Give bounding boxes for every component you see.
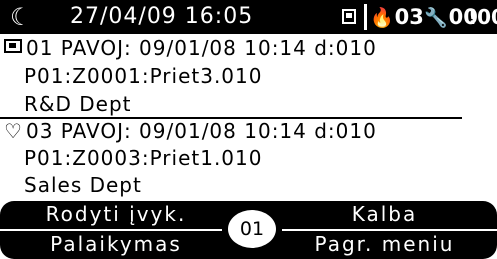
support-button[interactable]: Palaikymas — [0, 231, 232, 259]
fire-count: 🔥03 — [370, 4, 424, 31]
language-button[interactable]: Kalba — [272, 201, 497, 229]
fire-icon: 🔥 — [370, 7, 394, 29]
event-header-text: 01 PAVOJ: 09/01/08 10:14 d:010 — [26, 36, 377, 60]
alert-icon: ! — [468, 5, 478, 29]
event-zone: P01:Z0001:Priet3.010 — [24, 64, 263, 88]
alert-count-value: 00 — [477, 5, 497, 29]
status-separator — [364, 4, 367, 30]
status-bar: ☾ 27/04/09 16:05 🔥03 🔧 00 !00 — [0, 0, 497, 34]
datetime: 27/04/09 16:05 — [70, 4, 254, 29]
event-dept: R&D Dept — [24, 92, 132, 116]
fire-count-value: 03 — [394, 5, 424, 29]
moon-icon: ☾ — [10, 3, 32, 31]
box-icon — [4, 36, 24, 60]
heart-icon: ♡ — [4, 119, 23, 143]
event-header[interactable]: 01 PAVOJ: 09/01/08 10:14 d:010 — [4, 36, 377, 60]
alert-count: !00 — [468, 4, 497, 30]
calendar-icon — [342, 9, 356, 24]
event-zone: P01:Z0003:Priet1.010 — [24, 146, 263, 170]
page-badge: 01 — [225, 207, 279, 251]
event-header-text: 03 PAVOJ: 09/01/08 10:14 d:010 — [26, 119, 377, 143]
wrench-icon: 🔧 — [424, 7, 448, 29]
main-menu-button[interactable]: Pagr. meniu — [272, 231, 497, 259]
events-button[interactable]: Rodyti įvyk. — [0, 201, 232, 229]
event-header[interactable]: ♡ 03 PAVOJ: 09/01/08 10:14 d:010 — [4, 119, 377, 143]
event-dept: Sales Dept — [24, 173, 142, 197]
